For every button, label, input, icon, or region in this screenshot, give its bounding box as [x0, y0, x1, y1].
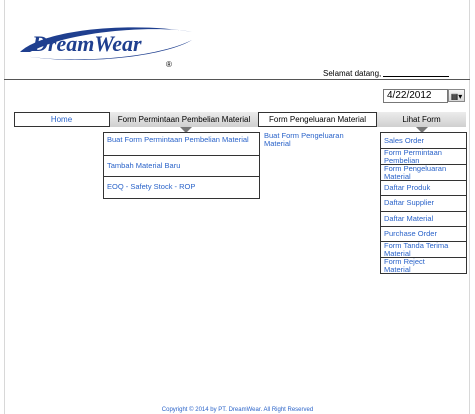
menu-item-form-reject[interactable]: Form Reject Material — [384, 258, 444, 274]
nav-home[interactable]: Home — [14, 112, 110, 127]
date-field[interactable]: 4/22/2012 — [383, 89, 448, 103]
dreamwear-logo: DreamWear ® — [16, 22, 196, 70]
menu-item-tambah-material[interactable]: Tambah Material Baru — [107, 162, 180, 170]
username-line — [383, 76, 450, 77]
menu-item-eoq[interactable]: EOQ - Safety Stock - ROP — [107, 183, 195, 191]
greeting-text: Selamat datang, — [323, 69, 450, 78]
menu-item-form-pengeluaran[interactable]: Form Pengeluaran Material — [384, 165, 466, 181]
menu-item-daftar-supplier[interactable]: Daftar Supplier — [384, 199, 434, 207]
menu-item-daftar-produk[interactable]: Daftar Produk — [384, 184, 430, 192]
menu-divider — [104, 176, 259, 177]
logo-text: DreamWear — [31, 31, 142, 56]
menu-divider — [381, 226, 466, 227]
calendar-button[interactable]: ▦▾ — [448, 89, 465, 102]
menu-divider — [104, 155, 259, 156]
menu-divider — [381, 195, 466, 196]
nav-form-pengeluaran[interactable]: Form Pengeluaran Material — [259, 112, 377, 127]
greeting-label: Selamat datang, — [323, 69, 382, 78]
calendar-icon: ▦▾ — [450, 92, 463, 101]
permintaan-dropdown-menu: Buat Form Permintaan Pembelian Material … — [103, 132, 260, 199]
menu-item-buat-pengeluaran[interactable]: Buat Form Pengeluaran Material — [264, 132, 370, 148]
menu-item-daftar-material[interactable]: Daftar Material — [384, 215, 433, 223]
lihat-dropdown-menu: Sales Order Form Permintaan Pembelian Fo… — [380, 132, 467, 274]
menu-item-tanda-terima[interactable]: Form Tanda Terima Material — [384, 242, 466, 258]
header-divider — [4, 79, 470, 80]
menu-item-form-permintaan[interactable]: Form Permintaan Pembelian — [384, 149, 466, 165]
menu-item-sales-order[interactable]: Sales Order — [384, 137, 424, 145]
menu-item-buat-permintaan[interactable]: Buat Form Permintaan Pembelian Material — [107, 136, 257, 144]
nav-lihat-form[interactable]: Lihat Form — [377, 112, 466, 127]
nav-form-permintaan[interactable]: Form Permintaan Pembelian Material — [110, 112, 259, 127]
footer-copyright: Copyright © 2014 by PT. DreamWear. All R… — [161, 407, 314, 413]
menu-divider — [381, 180, 466, 181]
menu-item-purchase-order[interactable]: Purchase Order — [384, 230, 437, 238]
registered-mark: ® — [166, 60, 172, 69]
menu-divider — [381, 211, 466, 212]
